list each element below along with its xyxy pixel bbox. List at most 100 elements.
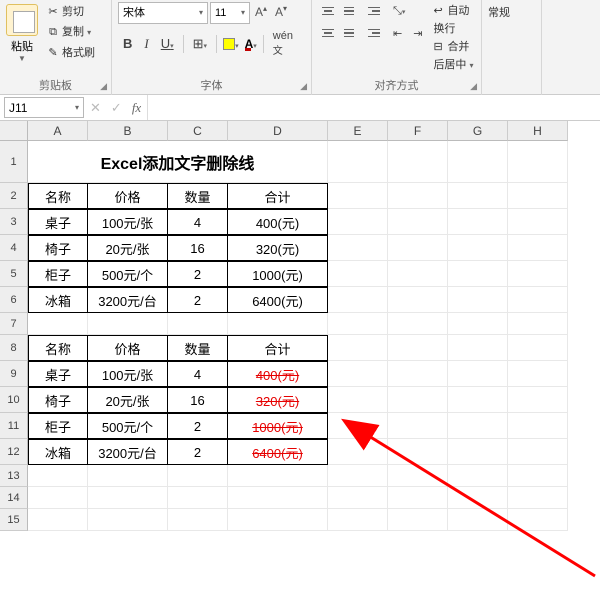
cell[interactable] (28, 487, 88, 509)
cell[interactable] (388, 465, 448, 487)
cell[interactable] (328, 465, 388, 487)
cell[interactable] (328, 439, 388, 465)
cell[interactable] (328, 287, 388, 313)
cell[interactable]: 2 (168, 287, 228, 313)
align-left-button[interactable] (318, 24, 338, 42)
cell[interactable]: 16 (168, 387, 228, 413)
cell[interactable]: 2 (168, 439, 228, 465)
cell[interactable] (448, 335, 508, 361)
cell[interactable]: 4 (168, 209, 228, 235)
cell[interactable] (448, 465, 508, 487)
cell[interactable]: 椅子 (28, 235, 88, 261)
row-header[interactable]: 13 (0, 465, 28, 487)
name-box[interactable]: J11▾ (4, 97, 84, 118)
cell[interactable] (508, 465, 568, 487)
cell[interactable] (88, 509, 168, 531)
cell[interactable]: 320(元) (228, 387, 328, 413)
cell[interactable] (388, 141, 448, 183)
align-middle-button[interactable] (339, 2, 359, 20)
cell[interactable] (508, 261, 568, 287)
font-color-button[interactable]: A▾ (243, 37, 259, 51)
orientation-button[interactable]: ⤡▾ (388, 3, 410, 20)
cell[interactable]: 320(元) (228, 235, 328, 261)
font-name-select[interactable]: 宋体▾ (118, 2, 208, 24)
cell[interactable] (88, 465, 168, 487)
cell[interactable] (508, 313, 568, 335)
cell[interactable] (88, 313, 168, 335)
cell[interactable] (508, 235, 568, 261)
row-header[interactable]: 9 (0, 361, 28, 387)
row-header[interactable]: 3 (0, 209, 28, 235)
cell[interactable]: 16 (168, 235, 228, 261)
column-header[interactable]: D (228, 121, 328, 141)
cell[interactable]: 1000(元) (228, 261, 328, 287)
cell[interactable] (448, 413, 508, 439)
cell[interactable] (448, 439, 508, 465)
cell[interactable]: 400(元) (228, 361, 328, 387)
cut-button[interactable]: ✂剪切 (46, 2, 95, 22)
cell[interactable] (168, 487, 228, 509)
column-header[interactable]: F (388, 121, 448, 141)
cell[interactable]: 合计 (228, 183, 328, 209)
cell[interactable] (228, 313, 328, 335)
cell[interactable] (328, 183, 388, 209)
cell[interactable] (448, 313, 508, 335)
cell[interactable] (228, 465, 328, 487)
cell[interactable] (28, 313, 88, 335)
column-header[interactable]: B (88, 121, 168, 141)
format-painter-button[interactable]: ✎格式刷 (46, 43, 95, 63)
row-header[interactable]: 2 (0, 183, 28, 209)
cell[interactable]: 合计 (228, 335, 328, 361)
border-button[interactable]: ⊞▾ (188, 34, 212, 54)
cell[interactable]: 6400(元) (228, 439, 328, 465)
cell[interactable] (28, 465, 88, 487)
cell[interactable] (508, 509, 568, 531)
fx-icon[interactable]: fx (132, 100, 141, 116)
cell[interactable]: 100元/张 (88, 209, 168, 235)
column-header[interactable]: G (448, 121, 508, 141)
row-header[interactable]: 8 (0, 335, 28, 361)
cell[interactable]: 2 (168, 413, 228, 439)
row-header[interactable]: 5 (0, 261, 28, 287)
increase-indent-button[interactable]: ⇥ (408, 25, 427, 42)
column-header[interactable]: H (508, 121, 568, 141)
cell[interactable] (508, 183, 568, 209)
cell[interactable] (448, 509, 508, 531)
cell[interactable] (168, 509, 228, 531)
cell[interactable]: 数量 (168, 335, 228, 361)
row-header[interactable]: 15 (0, 509, 28, 531)
cell[interactable] (508, 413, 568, 439)
cell[interactable] (228, 487, 328, 509)
cell[interactable] (388, 235, 448, 261)
cell[interactable] (508, 141, 568, 183)
cell[interactable] (388, 487, 448, 509)
column-header[interactable]: A (28, 121, 88, 141)
cell[interactable] (448, 361, 508, 387)
cell[interactable] (28, 509, 88, 531)
phonetic-button[interactable]: wén文 (268, 28, 298, 59)
worksheet-grid[interactable]: ABCDEFGH 123456789101112131415 Excel添加文字… (0, 121, 600, 598)
decrease-font-button[interactable]: A▾ (272, 2, 290, 24)
align-bottom-button[interactable] (360, 2, 380, 20)
cell[interactable] (388, 209, 448, 235)
cell[interactable]: 20元/张 (88, 235, 168, 261)
cell[interactable]: 名称 (28, 183, 88, 209)
row-header[interactable]: 7 (0, 313, 28, 335)
cell[interactable] (508, 209, 568, 235)
cell[interactable]: 名称 (28, 335, 88, 361)
cell[interactable] (388, 287, 448, 313)
cell[interactable]: 6400(元) (228, 287, 328, 313)
row-header[interactable]: 6 (0, 287, 28, 313)
cell[interactable] (448, 141, 508, 183)
cell[interactable] (328, 335, 388, 361)
cell[interactable] (448, 387, 508, 413)
cell[interactable] (448, 487, 508, 509)
cell[interactable]: 1000(元) (228, 413, 328, 439)
cell[interactable]: 4 (168, 361, 228, 387)
cell[interactable]: 400(元) (228, 209, 328, 235)
cell[interactable]: 冰箱 (28, 439, 88, 465)
row-header[interactable]: 1 (0, 141, 28, 183)
align-top-button[interactable] (318, 2, 338, 20)
cell[interactable]: 价格 (88, 335, 168, 361)
cell[interactable]: 500元/个 (88, 413, 168, 439)
